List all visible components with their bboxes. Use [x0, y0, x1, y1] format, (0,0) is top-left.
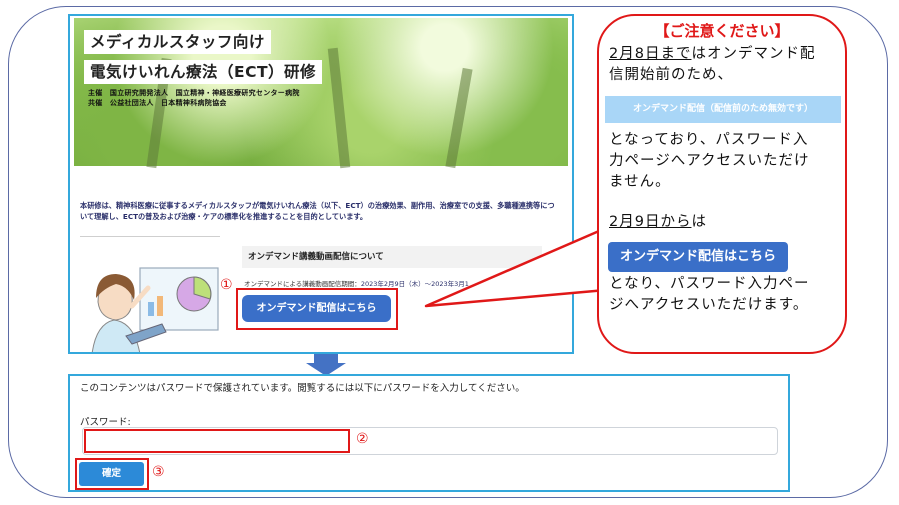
- step-marker-3: ③: [152, 464, 165, 480]
- notice-date-from: 2月9日から: [609, 214, 692, 230]
- password-page-screenshot: このコンテンツはパスワードで保護されています。閲覧するには以下にパスワードを入力…: [68, 374, 790, 492]
- password-input-highlight: [84, 429, 350, 453]
- notice-line-2: 信開始前のため、: [609, 67, 733, 83]
- notice-line-6: 2月9日からは: [609, 212, 841, 233]
- password-label: パスワード:: [80, 417, 131, 428]
- down-arrow-icon: [306, 354, 346, 376]
- notice-line-5: ません。: [609, 174, 671, 190]
- notice-line-4: 力ページへアクセスいただけ: [609, 153, 810, 169]
- notice-line-7: となり、パスワード入力ペー: [609, 276, 810, 292]
- notice-title: 【ご注意ください】: [654, 22, 790, 40]
- ondemand-enabled-button[interactable]: オンデマンド配信はこちら: [608, 242, 788, 272]
- notice-line-8: ジへアクセスいただけます。: [609, 297, 809, 313]
- step-marker-2: ②: [356, 431, 369, 447]
- notice-line-1: 2月8日まではオンデマンド配: [609, 44, 841, 65]
- notice-line-3: となっており、パスワード入: [609, 132, 809, 148]
- notice-callout: 【ご注意ください】 2月8日まではオンデマンド配 信開始前のため、 オンデマンド…: [597, 14, 847, 354]
- ondemand-disabled-button: オンデマンド配信（配信前のため無効です）: [605, 96, 841, 123]
- password-protection-notice: このコンテンツはパスワードで保護されています。閲覧するには以下にパスワードを入力…: [80, 383, 525, 394]
- notice-date-until: 2月8日まで: [609, 46, 692, 62]
- submit-button[interactable]: 確定: [79, 462, 144, 486]
- notice-line-6-rest: は: [691, 214, 707, 230]
- notice-line-1-rest: はオンデマンド配: [691, 46, 816, 62]
